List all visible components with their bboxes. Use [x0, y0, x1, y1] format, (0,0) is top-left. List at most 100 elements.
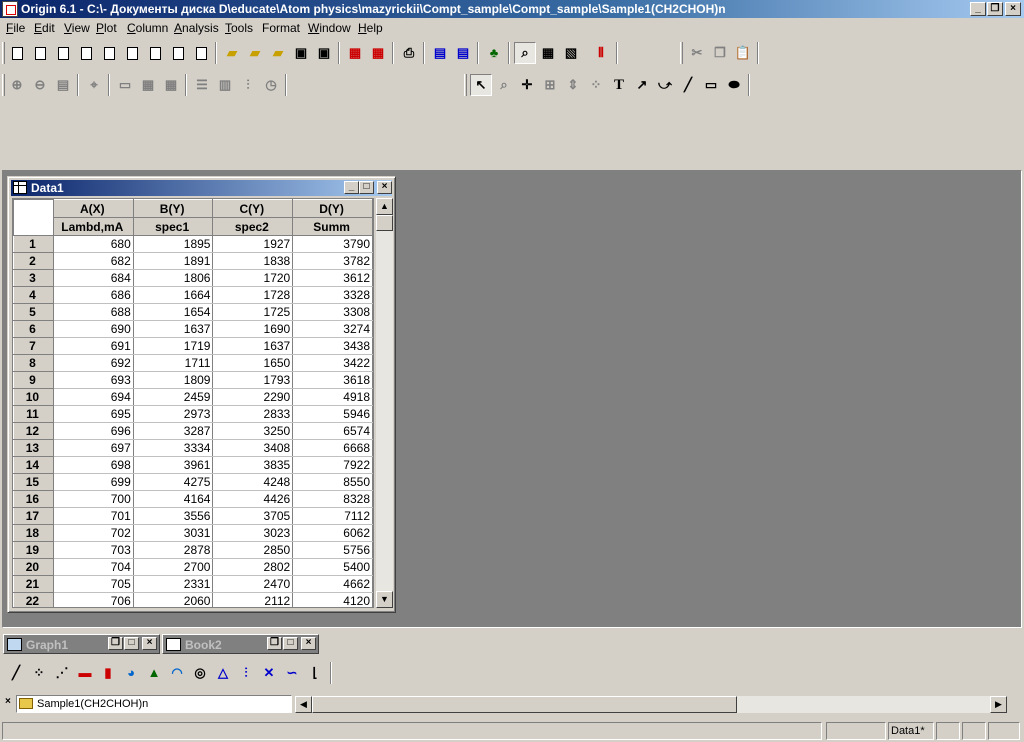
rectangle-tool-icon[interactable]: ▭	[700, 74, 722, 96]
data-selector-icon[interactable]: ⇕	[562, 74, 584, 96]
cell[interactable]: 3556	[133, 507, 214, 525]
cell[interactable]: 3408	[212, 439, 294, 457]
menu-format[interactable]: Format	[262, 21, 300, 35]
save-project-icon[interactable]: ▣	[290, 42, 312, 64]
minimized-graph1[interactable]: Graph1 ❐ □ ×	[3, 634, 160, 654]
toolbar-grip[interactable]	[680, 42, 683, 64]
book2-restore-button[interactable]: ❐	[267, 637, 282, 650]
new-layout-icon[interactable]	[144, 42, 166, 64]
worksheet-maximize-button[interactable]: □	[359, 181, 374, 194]
bar-chart-icon[interactable]: ▬	[74, 662, 96, 684]
cell[interactable]: 701	[53, 507, 134, 525]
worksheet-title-bar[interactable]: Data1 _ □ ×	[11, 180, 392, 196]
column-header[interactable]: C(Y)	[212, 199, 294, 218]
import-ascii-icon[interactable]: ▦	[344, 42, 366, 64]
cell[interactable]: 2850	[212, 541, 294, 559]
merge-layers-icon[interactable]: ▦	[160, 74, 182, 96]
menu-tools[interactable]: Tools	[225, 21, 253, 35]
menu-help[interactable]: Help	[358, 21, 383, 35]
cell[interactable]: 1650	[212, 354, 294, 372]
title-bar[interactable]: Origin 6.1 - C:\- Документы диска D\educ…	[0, 0, 1024, 18]
cell[interactable]: 2112	[212, 592, 294, 607]
cell[interactable]: 3334	[133, 439, 214, 457]
curved-arrow-tool-icon[interactable]: ⤻	[654, 74, 676, 96]
script-window-icon[interactable]: ▧	[560, 42, 582, 64]
cell[interactable]: 1711	[133, 354, 214, 372]
row-header[interactable]: 11	[13, 405, 54, 423]
project-explorer-icon[interactable]: ♣	[483, 42, 505, 64]
cell[interactable]: 2802	[212, 558, 294, 576]
menu-column[interactable]: Column	[127, 21, 168, 35]
row-header[interactable]: 7	[13, 337, 54, 355]
cell[interactable]: 697	[53, 439, 134, 457]
new-graph-icon[interactable]	[52, 42, 74, 64]
cell[interactable]: 3705	[212, 507, 294, 525]
row-header[interactable]: 17	[13, 507, 54, 525]
scroll-down-button[interactable]: ▼	[376, 591, 393, 608]
new-matrix-icon[interactable]	[75, 42, 97, 64]
zoom-tool-icon[interactable]: ⌕	[493, 74, 515, 96]
cell[interactable]: 696	[53, 422, 134, 440]
cell[interactable]: 1806	[133, 269, 214, 287]
column-stats-icon[interactable]: ⫶	[237, 74, 259, 96]
new-project-icon[interactable]	[6, 42, 28, 64]
scroll-up-button[interactable]: ▲	[376, 198, 393, 215]
cell[interactable]: 2459	[133, 388, 214, 406]
cell[interactable]: 702	[53, 524, 134, 542]
cell[interactable]: 1725	[212, 303, 294, 321]
cell[interactable]: 700	[53, 490, 134, 508]
cell[interactable]: 3422	[292, 354, 373, 372]
cell[interactable]: 2290	[212, 388, 294, 406]
column-label[interactable]: Summ	[292, 217, 373, 236]
toolbar-grip[interactable]	[2, 74, 5, 96]
cell[interactable]: 698	[53, 456, 134, 474]
column-label[interactable]: spec1	[132, 217, 214, 236]
cell[interactable]: 3782	[292, 252, 373, 270]
cell[interactable]: 3023	[212, 524, 294, 542]
polar-plot-icon[interactable]: ◠	[166, 662, 188, 684]
cell[interactable]: 1728	[212, 286, 294, 304]
line-tool-icon[interactable]: ╱	[677, 74, 699, 96]
cell[interactable]: 1654	[133, 303, 214, 321]
rescale-icon[interactable]: ⌖	[83, 74, 105, 96]
worksheet-grid[interactable]: A(X) B(Y) C(Y) D(Y) Lambd,mA spec1 spec2…	[12, 198, 374, 608]
column-label[interactable]: spec2	[212, 217, 294, 236]
cell[interactable]: 6062	[292, 524, 373, 542]
cell[interactable]: 3031	[133, 524, 214, 542]
cell[interactable]: 3250	[212, 422, 294, 440]
row-header[interactable]: 1	[13, 235, 54, 253]
scatter-plot-icon[interactable]: ⁘	[28, 662, 50, 684]
zoom-out-icon[interactable]: ⊖	[29, 74, 51, 96]
template-plot-icon[interactable]: ⌊	[304, 662, 326, 684]
cell[interactable]: 695	[53, 405, 134, 423]
cell[interactable]: 680	[53, 235, 134, 253]
vector-plot-icon[interactable]: ✕	[258, 662, 280, 684]
worksheet-window[interactable]: Data1 _ □ × A(X) B(Y) C(Y) D(Y) Lambd,mA…	[7, 176, 396, 613]
cell[interactable]: 5946	[292, 405, 373, 423]
explorer-close-icon[interactable]: ×	[5, 696, 11, 707]
row-header[interactable]: 14	[13, 456, 54, 474]
book2-maximize-button[interactable]: □	[283, 637, 298, 650]
cell[interactable]: 4120	[292, 592, 373, 607]
line-symbol-plot-icon[interactable]: ⋰	[51, 662, 73, 684]
cell[interactable]: 3274	[292, 320, 373, 338]
cell[interactable]: 2331	[133, 575, 214, 593]
row-header[interactable]: 5	[13, 303, 54, 321]
column-header[interactable]: D(Y)	[292, 199, 373, 218]
row-header[interactable]: 21	[13, 575, 54, 593]
cell[interactable]: 1891	[133, 252, 214, 270]
row-header[interactable]: 3	[13, 269, 54, 287]
worksheet-icon[interactable]	[13, 181, 27, 194]
cell[interactable]: 3835	[212, 456, 294, 474]
cell[interactable]: 2700	[133, 558, 214, 576]
cell[interactable]: 7922	[292, 456, 373, 474]
cell[interactable]: 6668	[292, 439, 373, 457]
cell[interactable]: 3328	[292, 286, 373, 304]
column-header[interactable]: A(X)	[52, 199, 134, 218]
ellipse-tool-icon[interactable]: ⬬	[723, 74, 745, 96]
copy-icon[interactable]: ❐	[709, 42, 731, 64]
add-column-icon[interactable]: ⫴	[590, 42, 612, 64]
high-low-plot-icon[interactable]: ⫶	[235, 662, 257, 684]
menu-plot[interactable]: Plot	[96, 21, 117, 35]
cell[interactable]: 1793	[212, 371, 294, 389]
